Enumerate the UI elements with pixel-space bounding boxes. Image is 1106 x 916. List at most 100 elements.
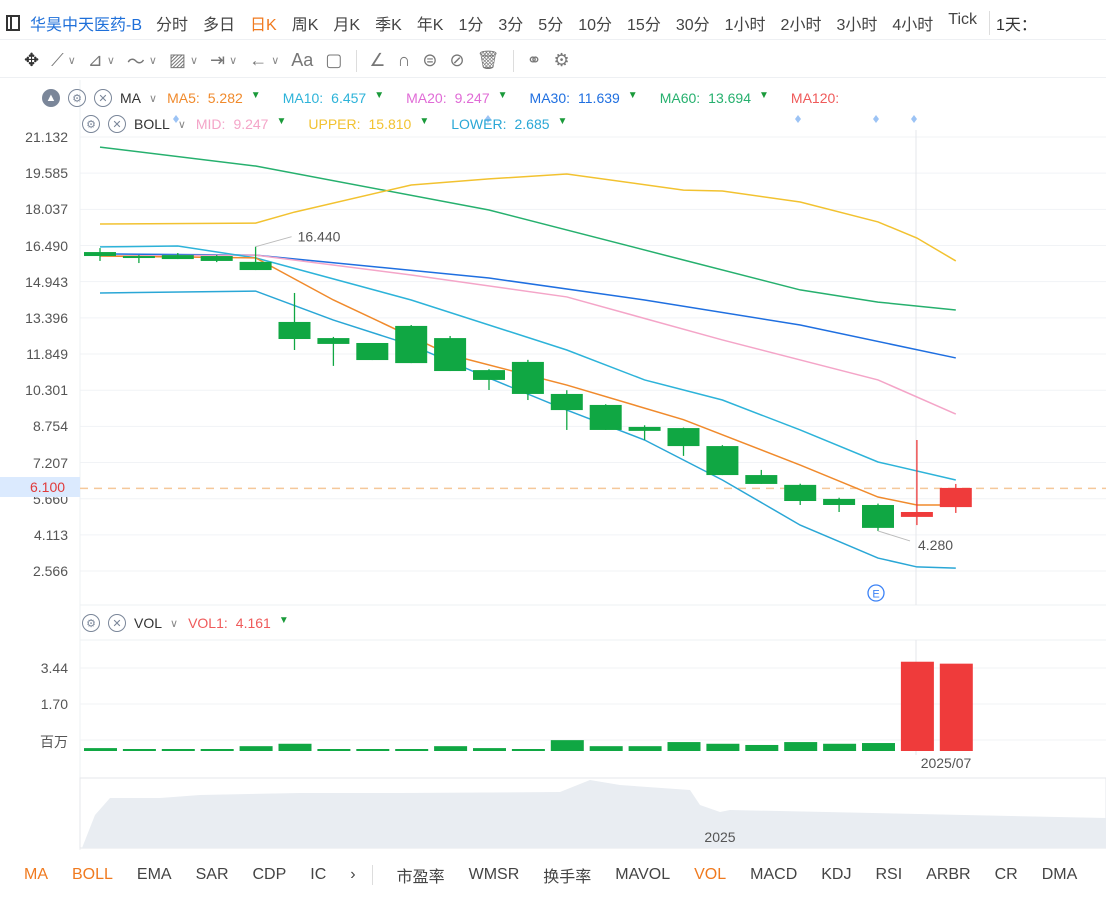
volume-bar[interactable] [278,743,312,751]
triangle-down-icon[interactable]: ▼ [498,90,508,106]
indicator-tab[interactable]: CR [995,866,1018,884]
volume-bar[interactable] [317,749,351,751]
period-tab[interactable]: 5分 [538,11,563,35]
volume-bar[interactable] [823,743,857,751]
period-tab[interactable]: 年K [417,11,444,35]
period-tab[interactable]: 1分 [458,11,483,35]
period-tab[interactable]: 30分 [676,11,710,35]
period-tab[interactable]: 日K [250,11,277,35]
line-icon[interactable]: ⟋ ∨ [51,50,76,71]
candle-body[interactable] [589,404,622,430]
close-icon[interactable]: ✕ [108,614,126,632]
candle-body[interactable] [84,252,116,257]
lock-icon[interactable]: ⊜ [422,50,437,71]
wave-icon[interactable]: 〜 ∨ [127,48,157,74]
triangle-down-icon[interactable]: ▼ [251,90,261,106]
move-icon[interactable]: ✥ [24,50,39,71]
period-tab[interactable]: 季K [375,11,402,35]
volume-bar[interactable] [667,742,701,751]
measure-icon[interactable]: ⇥ ∨ [210,50,237,71]
triangle-down-icon[interactable]: ▼ [759,90,769,106]
volume-bar[interactable] [900,661,934,751]
volume-bar[interactable] [434,746,468,751]
indicator-tab[interactable]: SAR [196,866,229,884]
candle-body[interactable] [161,255,194,260]
hide-icon[interactable]: ⊘ [450,50,465,71]
candle-body[interactable] [900,511,933,517]
period-tab[interactable]: 4小时 [892,11,933,35]
kline-chart[interactable]: 16.440 4.280 E 2025/07 2025 [0,0,1106,916]
interval-label[interactable]: 1天： [996,11,1037,35]
volume-bar[interactable] [84,748,117,751]
fibonacci-icon[interactable]: ▨ ∨ [169,50,198,71]
sidebar-toggle-icon[interactable] [6,14,20,31]
candle-body[interactable] [550,393,583,411]
boll-indicator-name[interactable]: BOLL [134,116,170,132]
indicator-tab[interactable]: IC [310,866,326,884]
triangle-down-icon[interactable]: ▼ [628,90,638,106]
arrow-icon[interactable]: ← ∨ [249,50,279,71]
vol-indicator-name[interactable]: VOL [134,615,162,631]
indicator-tab[interactable]: 市盈率 [397,863,445,887]
close-icon[interactable]: ✕ [94,89,112,107]
candle-body[interactable] [628,426,661,431]
period-tab[interactable]: Tick [948,11,977,35]
gear-icon[interactable]: ⚙ [82,614,100,632]
candle-body[interactable] [823,498,856,505]
indicator-tab[interactable]: MACD [750,866,797,884]
candle-body[interactable] [278,321,311,340]
indicator-tab[interactable]: MAVOL [615,866,670,884]
candle-body[interactable] [939,487,972,508]
indicator-tab[interactable]: 换手率 [543,863,591,887]
candle-body[interactable] [862,504,894,528]
volume-bar[interactable] [939,663,973,751]
chevron-down-icon[interactable]: ∨ [149,92,157,105]
indicator-tab[interactable]: CDP [253,866,287,884]
collapse-icon[interactable]: ▲ [42,89,60,107]
candle-body[interactable] [511,361,544,394]
period-tab[interactable]: 分时 [156,11,188,35]
candle-body[interactable] [239,261,272,271]
period-tab[interactable]: 3分 [498,11,523,35]
stock-title[interactable]: 华昊中天医药-B [30,11,142,35]
candle-body[interactable] [667,428,700,447]
volume-bar[interactable] [589,746,623,751]
candle-body[interactable] [745,475,778,484]
volume-bar[interactable] [784,742,818,751]
period-tab[interactable]: 10分 [578,11,612,35]
candle-body[interactable] [356,342,389,361]
chevron-right-icon[interactable]: › [350,866,355,884]
triangle-down-icon[interactable]: ▼ [558,116,568,132]
chevron-down-icon[interactable]: ∨ [178,118,186,131]
volume-bar[interactable] [122,749,156,751]
volume-bar[interactable] [395,749,429,751]
volume-bar[interactable] [356,749,390,751]
volume-bar[interactable] [706,743,740,751]
magnet-icon[interactable]: ∩ [397,50,410,71]
indicator-tab[interactable]: VOL [694,866,726,884]
triangle-down-icon[interactable]: ▼ [419,116,429,132]
gear-icon[interactable]: ⚙ [82,115,100,133]
period-tab[interactable]: 15分 [627,11,661,35]
period-tab[interactable]: 2小时 [781,11,822,35]
settings-icon[interactable]: ⚙ [554,50,570,71]
indicator-tab[interactable]: DMA [1042,866,1078,884]
ma-indicator-name[interactable]: MA [120,90,141,106]
triangle-down-icon[interactable]: ▼ [279,615,289,631]
period-tab[interactable]: 1小时 [725,11,766,35]
volume-bar[interactable] [862,743,895,751]
candle-body[interactable] [434,338,467,372]
period-tab[interactable]: 周K [292,11,319,35]
triangle-down-icon[interactable]: ▼ [374,90,384,106]
candle-body[interactable] [473,370,505,380]
volume-bar[interactable] [200,749,234,751]
indicator-tab[interactable]: BOLL [72,866,113,884]
indicator-tab[interactable]: EMA [137,866,172,884]
close-icon[interactable]: ✕ [108,115,126,133]
indicator-tab[interactable]: MA [24,866,48,884]
triangle-down-icon[interactable]: ▼ [276,116,286,132]
period-tab[interactable]: 多日 [203,11,235,35]
comment-icon[interactable]: ▢ [325,50,342,71]
indicator-tab[interactable]: KDJ [821,866,851,884]
indicator-tab[interactable]: RSI [875,866,902,884]
